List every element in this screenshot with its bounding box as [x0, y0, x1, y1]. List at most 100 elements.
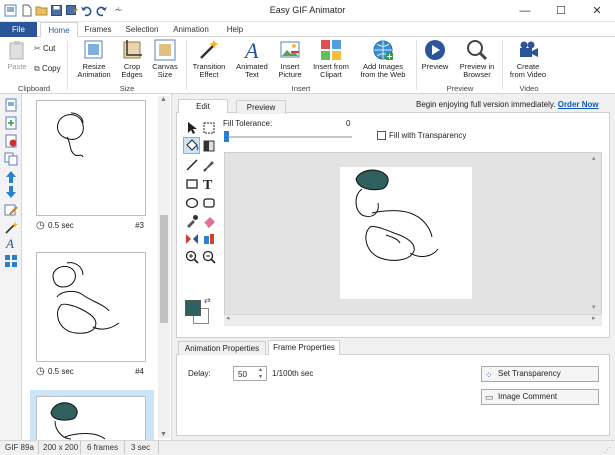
rectangle-icon[interactable]	[185, 177, 199, 191]
frame-thumbnail-selected[interactable]	[36, 396, 146, 440]
resize-grip-icon[interactable]: ⋰	[604, 446, 611, 454]
fill-transparency-label: Fill with Transparency	[389, 131, 467, 140]
text-tool-icon[interactable]: T	[202, 177, 216, 193]
delete-frame-icon[interactable]	[4, 134, 18, 148]
preview-button[interactable]: Preview	[420, 39, 450, 71]
fill-tolerance-slider-track[interactable]	[224, 136, 352, 138]
status-divider	[124, 441, 125, 454]
animated-text-button[interactable]: A Animated Text	[234, 38, 270, 79]
add-images-from-web-button[interactable]: Add Images from the Web	[356, 39, 410, 79]
delay-input[interactable]: 50	[238, 370, 247, 379]
move-up-icon[interactable]	[4, 170, 18, 184]
frame-number: #4	[135, 367, 144, 376]
tab-frame-properties[interactable]: Frame Properties	[268, 340, 340, 355]
wand-icon[interactable]	[4, 221, 18, 235]
fill-tolerance-slider-thumb[interactable]	[224, 131, 229, 142]
brush-icon[interactable]	[202, 158, 216, 172]
globe-icon	[372, 39, 394, 61]
transition-effect-button[interactable]: Transition Effect	[190, 39, 228, 79]
insert-picture-button[interactable]: Insert Picture	[274, 39, 306, 79]
add-blank-frame-icon[interactable]	[4, 116, 18, 130]
preview-in-browser-button[interactable]: Preview in Browser	[456, 39, 498, 79]
order-now-link[interactable]: Order Now	[558, 100, 599, 109]
scroll-down-icon[interactable]: ▾	[592, 303, 596, 311]
tab-preview[interactable]: Preview	[236, 100, 286, 114]
paste-button[interactable]: Paste	[5, 39, 29, 71]
eraser-icon[interactable]	[202, 214, 216, 228]
maximize-icon[interactable]: ☐	[543, 0, 579, 22]
set-transparency-button[interactable]: ⁘ Set Transparency	[481, 366, 599, 382]
tab-animation[interactable]: Animation	[170, 22, 212, 37]
frame-thumbnail[interactable]	[36, 252, 146, 362]
spin-down-icon[interactable]: ▼	[258, 374, 263, 380]
frame-thumbnail[interactable]	[36, 100, 146, 216]
scroll-down-icon[interactable]: ▼	[160, 431, 167, 438]
tab-help[interactable]: Help	[222, 22, 248, 37]
zoom-in-icon[interactable]	[185, 250, 199, 264]
delay-label: Delay:	[188, 369, 211, 378]
clock-icon: ◷	[36, 220, 45, 231]
ellipse-icon[interactable]	[185, 196, 199, 210]
frame-5-image	[50, 402, 106, 440]
fill-tolerance-value: 0	[346, 119, 351, 128]
copy-button[interactable]: ⧉ Copy	[34, 64, 61, 74]
minimize-icon[interactable]: —	[507, 0, 543, 22]
scroll-right-icon[interactable]: ▸	[592, 314, 596, 322]
frame-drawing	[355, 169, 439, 261]
transparency-icon: ⁘	[485, 370, 493, 380]
frame-caption: ◷ 0.5 sec #4	[36, 366, 146, 378]
picture-icon	[279, 39, 301, 61]
tab-edit[interactable]: Edit	[178, 99, 228, 113]
eyedropper-icon[interactable]	[185, 214, 199, 228]
add-frame-icon[interactable]	[4, 98, 18, 112]
scroll-up-icon[interactable]: ▲	[160, 96, 167, 103]
zoom-out-icon[interactable]	[202, 250, 216, 264]
canvas-hscrollbar[interactable]	[224, 314, 602, 326]
close-icon[interactable]: ✕	[579, 0, 615, 22]
tab-selection[interactable]: Selection	[122, 22, 162, 37]
spin-up-icon[interactable]: ▲	[258, 367, 263, 373]
delay-spinbox[interactable]: 50 ▲ ▼	[233, 366, 267, 381]
tab-frames[interactable]: Frames	[82, 22, 114, 37]
rect-select-icon[interactable]	[202, 121, 216, 135]
fill-tolerance-label: Fill Tolerance:	[223, 119, 273, 128]
clipart-icon	[320, 39, 342, 61]
flip-icon[interactable]	[185, 232, 199, 246]
canvas-size-icon	[154, 39, 176, 61]
color-replace-icon[interactable]	[202, 232, 216, 246]
text-icon[interactable]: A	[4, 236, 18, 251]
image-comment-button[interactable]: ▭ Image Comment	[481, 389, 599, 405]
file-menu[interactable]: File	[0, 22, 37, 37]
scroll-left-icon[interactable]: ◂	[226, 314, 230, 322]
gradient-icon[interactable]	[202, 139, 216, 153]
crop-edges-button[interactable]: Crop Edges	[116, 39, 148, 79]
line-icon[interactable]	[185, 158, 199, 172]
group-divider	[67, 40, 68, 90]
scroll-up-icon[interactable]: ▴	[592, 154, 596, 162]
rounded-rect-icon[interactable]	[202, 196, 216, 210]
duplicate-frame-icon[interactable]	[4, 152, 18, 166]
drawing-canvas[interactable]	[340, 167, 472, 299]
fill-bucket-tool-active[interactable]	[183, 137, 200, 154]
group-label-video: Video	[519, 84, 539, 93]
frame-delay: 0.5 sec	[48, 367, 74, 376]
canvas-size-button[interactable]: Canvas Size	[150, 39, 180, 79]
fill-transparency-checkbox[interactable]	[377, 131, 386, 140]
primary-color-front[interactable]	[185, 300, 201, 316]
insert-from-clipart-button[interactable]: Insert from Clipart	[310, 39, 352, 79]
move-down-icon[interactable]	[4, 185, 18, 199]
tab-animation-properties[interactable]: Animation Properties	[178, 341, 266, 355]
clock-icon: ◷	[36, 366, 45, 377]
status-format: GIF 89a	[5, 443, 34, 452]
grid-view-icon[interactable]	[4, 254, 18, 268]
swap-colors-icon[interactable]: ⇄	[204, 296, 211, 305]
select-arrow-icon[interactable]	[185, 121, 199, 135]
edit-frame-icon[interactable]	[4, 203, 18, 217]
scrollbar-thumb[interactable]	[160, 215, 168, 323]
frame-4-image	[52, 262, 120, 334]
create-from-video-button[interactable]: Create from Video	[506, 39, 550, 79]
tab-home[interactable]: Home	[40, 22, 78, 37]
cut-button[interactable]: ✂ Cut	[34, 44, 55, 53]
paste-icon	[6, 39, 28, 61]
resize-animation-button[interactable]: Resize Animation	[74, 39, 114, 79]
